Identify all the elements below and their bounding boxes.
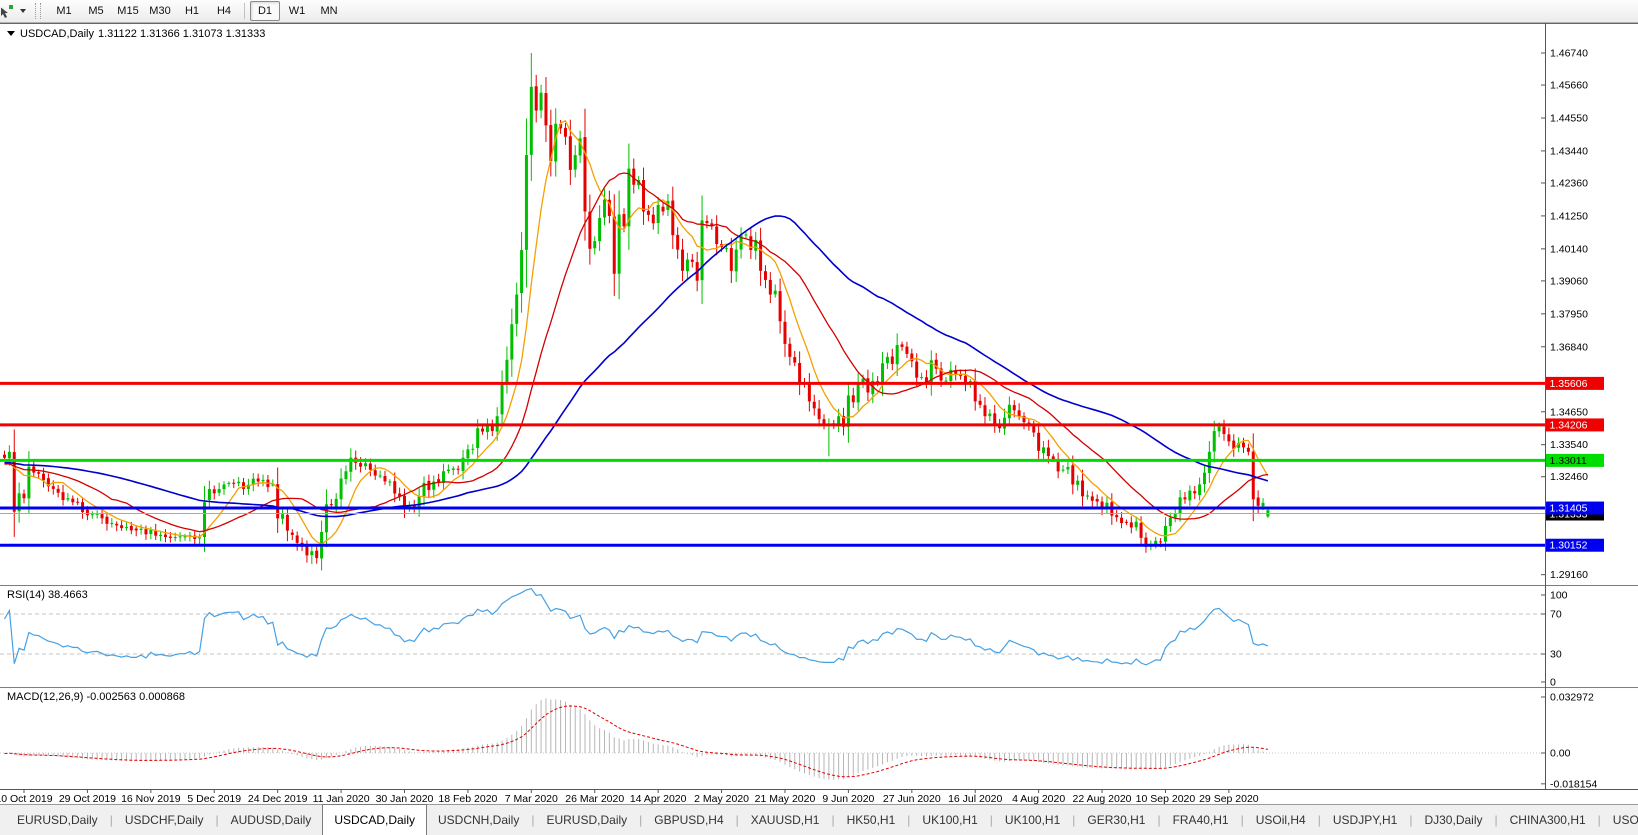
date-label: 7 Mar 2020 <box>505 793 558 804</box>
toolbar-grip <box>35 3 41 19</box>
date-label: 22 Aug 2020 <box>1073 793 1132 804</box>
tab-dj30-daily[interactable]: DJ30,Daily <box>1413 805 1493 835</box>
timeframe-button-mn[interactable]: MN <box>314 1 344 21</box>
date-label: 29 Oct 2019 <box>59 793 116 804</box>
cursor-tool-icon[interactable] <box>1 3 17 19</box>
price-tick-label: 1.32460 <box>1550 471 1588 483</box>
date-label: 9 Jun 2020 <box>822 793 874 804</box>
tab-usdchf-daily[interactable]: USDCHF,Daily <box>114 805 215 835</box>
svg-text:1.30152: 1.30152 <box>1550 540 1588 552</box>
chart-title: USDCAD,Daily 1.31122 1.31366 1.31073 1.31… <box>7 28 269 40</box>
timeframe-button-m15[interactable]: M15 <box>113 1 143 21</box>
price-tick-label: 1.39060 <box>1550 275 1588 287</box>
tab-usoil-h1[interactable]: USOil,H1 <box>1602 805 1638 835</box>
macd-tick-label: 0.00 <box>1550 748 1571 760</box>
rsi-label: RSI(14) 38.4663 <box>7 589 88 601</box>
tab-fra40-h1[interactable]: FRA40,H1 <box>1162 805 1240 835</box>
chart-title-symbol: USDCAD,Daily <box>20 28 94 40</box>
tab-ger30-h1[interactable]: GER30,H1 <box>1076 805 1156 835</box>
axis-badge-support-2: 1.30152 <box>1546 539 1604 552</box>
tab-usdcad-daily[interactable]: USDCAD,Daily <box>322 804 427 835</box>
timeframe-button-h1[interactable]: H1 <box>177 1 207 21</box>
axis-badge-resistance-2: 1.34206 <box>1546 418 1604 431</box>
tab-eurusd-daily[interactable]: EURUSD,Daily <box>535 805 638 835</box>
svg-text:1.34206: 1.34206 <box>1550 419 1588 431</box>
date-label: 5 Dec 2019 <box>187 793 241 804</box>
tab-uk100-h1[interactable]: UK100,H1 <box>911 805 988 835</box>
tab-usoil-h4[interactable]: USOil,H4 <box>1245 805 1317 835</box>
date-label: 27 Jun 2020 <box>883 793 941 804</box>
tab-usdjpy-h1[interactable]: USDJPY,H1 <box>1322 805 1408 835</box>
date-label: 14 Apr 2020 <box>630 793 687 804</box>
chart-tabs-bar: EURUSD,Daily|USDCHF,Daily|AUDUSD,DailyUS… <box>0 804 1638 835</box>
date-label: 4 Aug 2020 <box>1012 793 1065 804</box>
date-label: 29 Sep 2020 <box>1199 793 1259 804</box>
date-label: 2 May 2020 <box>694 793 749 804</box>
price-chart-canvas[interactable]: 1.46740 1.45660 1.44550 1.43440 1.42360 1.412… <box>0 23 1638 804</box>
chart-window: 1.46740 1.45660 1.44550 1.43440 1.42360 1.412… <box>0 23 1638 804</box>
date-label: 16 Jul 2020 <box>948 793 1002 804</box>
price-tick-label: 1.40140 <box>1550 243 1588 255</box>
svg-text:1.33011: 1.33011 <box>1550 455 1587 467</box>
price-tick-label: 1.41250 <box>1550 210 1588 222</box>
timeframe-button-d1[interactable]: D1 <box>250 1 280 21</box>
tab-eurusd-daily[interactable]: EURUSD,Daily <box>6 805 109 835</box>
axis-badge-support-1: 1.31405 <box>1546 502 1604 515</box>
date-label: 24 Dec 2019 <box>248 793 308 804</box>
price-tick-label: 1.36840 <box>1550 341 1588 353</box>
date-label: 18 Feb 2020 <box>438 793 497 804</box>
macd-label: MACD(12,26,9) -0.002563 0.000868 <box>7 691 185 703</box>
price-tick-label: 1.33540 <box>1550 439 1588 451</box>
price-tick-label: 1.29160 <box>1550 569 1588 581</box>
date-label: 10 Sep 2020 <box>1136 793 1196 804</box>
tab-china300-h1[interactable]: CHINA300,H1 <box>1499 805 1597 835</box>
svg-text:1.31405: 1.31405 <box>1550 503 1588 515</box>
tab-xauusd-h1[interactable]: XAUUSD,H1 <box>740 805 831 835</box>
price-tick-label: 1.44550 <box>1550 112 1588 124</box>
price-tick-label: 1.43440 <box>1550 145 1588 157</box>
price-tick-label: 1.34650 <box>1550 406 1588 418</box>
tab-usdcnh-daily[interactable]: USDCNH,Daily <box>427 805 530 835</box>
svg-text:1.35606: 1.35606 <box>1550 378 1588 390</box>
macd-tick-label: 0.032972 <box>1550 692 1594 704</box>
tab-hk50-h1[interactable]: HK50,H1 <box>836 805 907 835</box>
date-label: 30 Jan 2020 <box>376 793 434 804</box>
dropdown-caret-icon[interactable] <box>20 9 26 13</box>
rsi-tick-label: 70 <box>1550 609 1562 621</box>
top-toolbar: M1M5M15M30H1H4 D1W1MN <box>0 0 1638 23</box>
price-tick-label: 1.46740 <box>1550 48 1588 60</box>
macd-tick-label: -0.018154 <box>1550 778 1597 790</box>
rsi-tick-label: 0 <box>1550 677 1556 689</box>
timeframe-button-m1[interactable]: M1 <box>49 1 79 21</box>
tab-audusd-daily[interactable]: AUDUSD,Daily <box>220 805 323 835</box>
date-label: 10 Oct 2019 <box>0 793 53 804</box>
tab-gbpusd-h4[interactable]: GBPUSD,H4 <box>643 805 734 835</box>
timeframe-toolbar: M1M5M15M30H1H4 D1W1MN <box>48 1 345 21</box>
timeframe-button-h4[interactable]: H4 <box>209 1 239 21</box>
price-tick-label: 1.45660 <box>1550 80 1588 92</box>
chart-title-ohlc: 1.31122 1.31366 1.31073 1.31333 <box>98 28 265 40</box>
tab-uk100-h1[interactable]: UK100,H1 <box>994 805 1071 835</box>
rsi-tick-label: 30 <box>1550 649 1562 661</box>
price-tick-label: 1.42360 <box>1550 177 1588 189</box>
date-label: 21 May 2020 <box>755 793 816 804</box>
timeframe-button-m5[interactable]: M5 <box>81 1 111 21</box>
chart-menu-icon[interactable] <box>7 31 15 36</box>
price-tick-label: 1.37950 <box>1550 308 1588 320</box>
date-label: 26 Mar 2020 <box>565 793 624 804</box>
axis-badge-pivot-green: 1.33011 <box>1546 454 1604 467</box>
axis-badge-resistance-1: 1.35606 <box>1546 377 1604 390</box>
timeframe-button-m30[interactable]: M30 <box>145 1 175 21</box>
timeframe-button-w1[interactable]: W1 <box>282 1 312 21</box>
toolbar-separator <box>244 3 245 19</box>
date-label: 11 Jan 2020 <box>313 793 370 804</box>
date-label: 16 Nov 2019 <box>121 793 181 804</box>
rsi-tick-label: 100 <box>1550 590 1568 602</box>
